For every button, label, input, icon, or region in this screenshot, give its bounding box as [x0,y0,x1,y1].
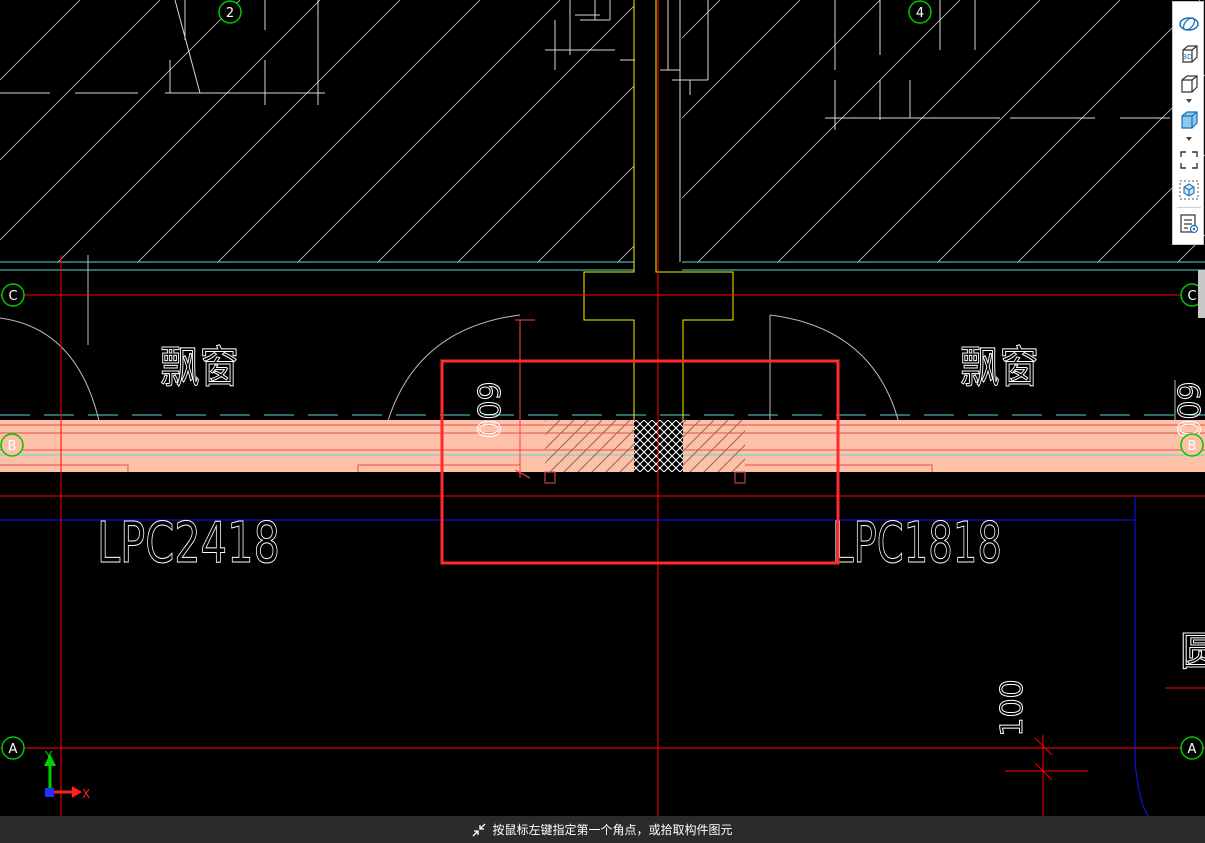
svg-text:4: 4 [916,6,924,21]
svg-text:Y: Y [44,749,53,763]
window-tag-right: LPC1818 [832,511,1002,576]
view-3d-button[interactable]: 3D [1176,42,1202,66]
collapse-arrows-icon [473,823,486,836]
wall-band-b [0,420,1205,484]
zoom-extents-button[interactable] [1176,148,1202,172]
orbit-button[interactable] [1176,12,1202,36]
box-wireframe-icon [1181,75,1198,93]
cad-drawing[interactable]: 600 600 100 飘窗 飘窗 圆 LPC2418 LPC1818 2 4 … [0,0,1205,816]
window-tag-left: LPC2418 [97,511,280,576]
component-view-button[interactable] [1176,178,1202,202]
axis-bubble-row-a-left[interactable]: A [1,736,25,760]
status-prompt: 按鼠标左键指定第一个角点，或拾取构件图元 [492,823,733,837]
dimension-600-text: 600 [470,381,505,438]
properties-view-icon [1180,214,1199,234]
axis-bubble-col-4[interactable]: 4 [908,0,932,24]
svg-text:A: A [9,742,18,757]
dimension-100-text: 100 [995,679,1030,736]
box-wireframe-button[interactable] [1176,72,1202,96]
svg-text:B: B [1188,439,1197,454]
room-hatch-right [682,0,1205,262]
zoom-extents-icon [1180,151,1198,169]
chevron-down-icon[interactable] [1184,136,1194,142]
svg-text:3D: 3D [1183,53,1193,61]
status-bar: 按鼠标左键指定第一个角点，或拾取构件图元 [0,816,1205,843]
svg-text:C: C [1187,289,1196,304]
bay-window-label-left: 飘窗 [160,341,239,393]
room-hatch-left [0,0,634,262]
canvas-scrollbar-handle[interactable] [1198,270,1205,318]
axis-bubble-row-a-right[interactable]: A [1180,736,1204,760]
axis-bubble-row-c-left[interactable]: C [1,283,25,307]
ucs-icon: Y X [44,749,90,801]
svg-text:X: X [82,787,90,801]
partial-char-right: 圆 [1180,629,1205,675]
box-solid-icon [1181,111,1198,129]
svg-text:C: C [8,289,17,304]
axis-bubble-row-b-right[interactable]: B [1180,433,1204,457]
chevron-down-icon[interactable] [1184,98,1194,104]
orbit-icon [1179,17,1199,31]
dimension-partial-right: 600 [1170,381,1205,438]
axis-bubble-col-2[interactable]: 2 [218,0,242,24]
toolbar-divider [1177,207,1201,208]
view-3d-icon: 3D [1182,45,1198,63]
svg-text:A: A [1188,742,1197,757]
component-view-icon [1179,180,1199,200]
drawing-canvas[interactable]: 600 600 100 飘窗 飘窗 圆 LPC2418 LPC1818 2 4 … [0,0,1205,816]
bay-window-label-right: 飘窗 [960,341,1039,393]
svg-text:B: B [8,439,17,454]
box-solid-button[interactable] [1176,108,1202,132]
svg-text:2: 2 [226,6,234,21]
properties-view-button[interactable] [1176,212,1202,236]
axis-bubble-row-b-left[interactable]: B [0,433,24,457]
view-toolbar: 3D [1172,1,1204,245]
